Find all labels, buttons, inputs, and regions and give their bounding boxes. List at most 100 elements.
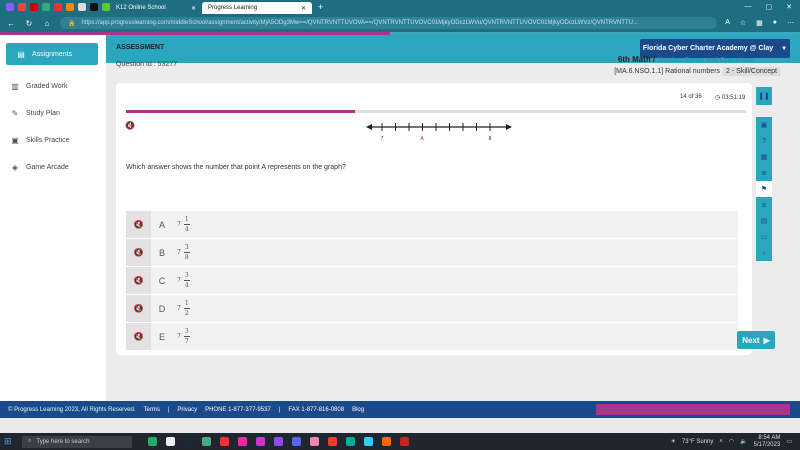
answer-choice-d[interactable]: 🔇 D 7 12 xyxy=(126,295,738,322)
taskbar-app-icon[interactable] xyxy=(400,437,409,446)
extensions-icon[interactable]: ▦ xyxy=(756,19,763,27)
taskbar-app-icon[interactable] xyxy=(220,437,229,446)
audio-icon[interactable]: 🔇 xyxy=(126,295,151,322)
weather-text[interactable]: 73°F Sunny xyxy=(682,439,713,445)
tab-progress-learning[interactable]: Progress Learning ✕ xyxy=(202,2,312,14)
tiktok-icon[interactable] xyxy=(90,3,98,11)
taskbar-app-icon[interactable] xyxy=(382,437,391,446)
whole-number: 7 xyxy=(177,277,181,284)
divider: | xyxy=(167,406,170,413)
volume-icon[interactable]: 🔈 xyxy=(740,438,747,445)
sidebar-item-study-plan[interactable]: ✎ Study Plan xyxy=(0,100,106,127)
windows-taskbar: ⊞ ⌕ Type here to search ☀ 73°F Sunny ˄ ◠… xyxy=(0,433,800,450)
audio-icon[interactable]: 🔇 xyxy=(126,239,151,266)
answer-choice-b[interactable]: 🔇 B 7 38 xyxy=(126,239,738,266)
pinned-tab-icon[interactable] xyxy=(18,3,26,11)
next-button[interactable]: Next ▶ xyxy=(737,331,775,349)
discord-icon[interactable] xyxy=(292,437,301,446)
search-placeholder: Type here to search xyxy=(36,438,90,445)
save-button[interactable]: ▣ xyxy=(756,117,772,133)
notification-icon[interactable]: ▭ xyxy=(786,438,792,445)
collapse-button[interactable]: ‹ xyxy=(756,245,772,261)
notes-icon: ≣ xyxy=(761,170,767,177)
taskbar-app-icon[interactable] xyxy=(328,437,337,446)
reference-button[interactable]: ▤ xyxy=(756,213,772,229)
calculator-button[interactable]: ▦ xyxy=(756,149,772,165)
audio-icon[interactable]: 🔇 xyxy=(126,323,151,350)
clock[interactable]: 8:54 AM 5/17/2023 xyxy=(754,435,781,449)
taskbar-search[interactable]: ⌕ Type here to search xyxy=(22,435,132,448)
help-icon: ? xyxy=(762,137,766,145)
plan-icon: ✎ xyxy=(11,109,19,118)
timer-value: 03:51:19 xyxy=(721,95,746,101)
pinned-tab-icon[interactable] xyxy=(78,3,86,11)
twitch-icon[interactable] xyxy=(274,437,283,446)
edge-icon[interactable] xyxy=(364,437,373,446)
pinterest-icon[interactable] xyxy=(54,3,62,11)
new-tab-button[interactable]: + xyxy=(318,2,323,12)
tray-up-icon[interactable]: ˄ xyxy=(719,439,723,445)
sidebar-item-assignments[interactable]: ▤ Assignments xyxy=(6,43,98,65)
audio-icon[interactable]: 🔇 xyxy=(126,267,151,294)
taskbar-app-icon[interactable] xyxy=(238,437,247,446)
url-field[interactable]: 🔒 https://app.progresslearning.com/middl… xyxy=(60,17,718,29)
topic-link[interactable]: Number Sense and Operations xyxy=(658,57,755,64)
pinned-tab-icon[interactable] xyxy=(102,3,110,11)
close-tab-icon[interactable]: ✕ xyxy=(191,5,196,12)
feedback-button[interactable]: ▭ xyxy=(756,229,772,245)
terms-link[interactable]: Terms xyxy=(144,407,160,413)
wifi-icon[interactable]: ◠ xyxy=(729,438,734,445)
flag-button[interactable]: ⚑ xyxy=(756,181,772,197)
steam-icon[interactable] xyxy=(184,437,193,446)
reload-icon[interactable]: ↻ xyxy=(24,19,34,28)
close-window-icon[interactable]: ✕ xyxy=(786,3,792,11)
youtube-icon[interactable] xyxy=(30,3,38,11)
help-button[interactable]: ? xyxy=(756,133,772,149)
answer-choice-e[interactable]: 🔇 E 7 37 xyxy=(126,323,738,350)
read-aloud-icon[interactable]: A xyxy=(725,19,730,27)
browser-toolbar-icons: A ☆ ▦ ● ⋯ xyxy=(725,19,794,27)
sidebar-item-game-arcade[interactable]: ◈ Game Arcade xyxy=(0,154,106,181)
minimize-icon[interactable]: — xyxy=(745,3,752,11)
menu-icon[interactable]: ⋯ xyxy=(787,19,794,27)
audio-icon[interactable]: 🔇 xyxy=(126,211,151,238)
maximize-icon[interactable]: ▢ xyxy=(766,3,773,11)
taskbar-app-icon[interactable] xyxy=(310,437,319,446)
text-to-speech-button[interactable]: a xyxy=(756,197,772,213)
answer-choice-a[interactable]: 🔇 A 7 14 xyxy=(126,211,738,238)
tab-k12[interactable]: K12 Online School ✕ xyxy=(110,2,202,14)
standard-info: [MA.6.NSO.1.1] Rational numbers 2 - Skil… xyxy=(614,67,780,76)
taskbar-app-icon[interactable] xyxy=(166,437,175,446)
taskbar-apps xyxy=(148,437,409,446)
sidebar-item-label: Skills Practice xyxy=(26,137,70,144)
pinned-tab-icon[interactable] xyxy=(42,3,50,11)
sidebar-item-skills-practice[interactable]: ▣ Skills Practice xyxy=(0,127,106,154)
taskbar-app-icon[interactable] xyxy=(148,437,157,446)
windows-start-icon[interactable]: ⊞ xyxy=(4,436,16,447)
choice-value: 7 34 xyxy=(177,271,190,290)
pinned-tab-icon[interactable] xyxy=(6,3,14,11)
whole-number: 7 xyxy=(177,221,181,228)
blog-link[interactable]: Blog xyxy=(352,407,364,413)
close-tab-icon[interactable]: ✕ xyxy=(301,5,306,12)
mute-icon[interactable]: 🔇 xyxy=(125,121,135,130)
phone-text: PHONE 1-877-377-9537 xyxy=(205,406,271,413)
pinned-tab-icon[interactable] xyxy=(66,3,74,11)
privacy-link[interactable]: Privacy xyxy=(177,407,197,413)
fraction: 37 xyxy=(183,327,190,346)
taskbar-app-icon[interactable] xyxy=(346,437,355,446)
sidebar-item-graded-work[interactable]: ▥ Graded Work xyxy=(0,73,106,100)
taskbar-app-icon[interactable] xyxy=(202,437,211,446)
back-icon[interactable]: ← xyxy=(6,19,16,28)
pause-button[interactable]: ❚❚ xyxy=(756,87,772,105)
profile-icon[interactable]: ● xyxy=(773,19,777,27)
favorite-icon[interactable]: ☆ xyxy=(740,19,746,27)
footer-accent xyxy=(596,404,790,415)
answer-choice-c[interactable]: 🔇 C 7 34 xyxy=(126,267,738,294)
notes-button[interactable]: ≣ xyxy=(756,165,772,181)
choice-letter: B xyxy=(158,247,165,258)
home-icon[interactable]: ⌂ xyxy=(42,19,52,28)
browser-tab-bar: K12 Online School ✕ Progress Learning ✕ … xyxy=(0,0,800,14)
taskbar-app-icon[interactable] xyxy=(256,437,265,446)
copyright-text: © Progress Learning 2023, All Rights Res… xyxy=(8,406,136,413)
